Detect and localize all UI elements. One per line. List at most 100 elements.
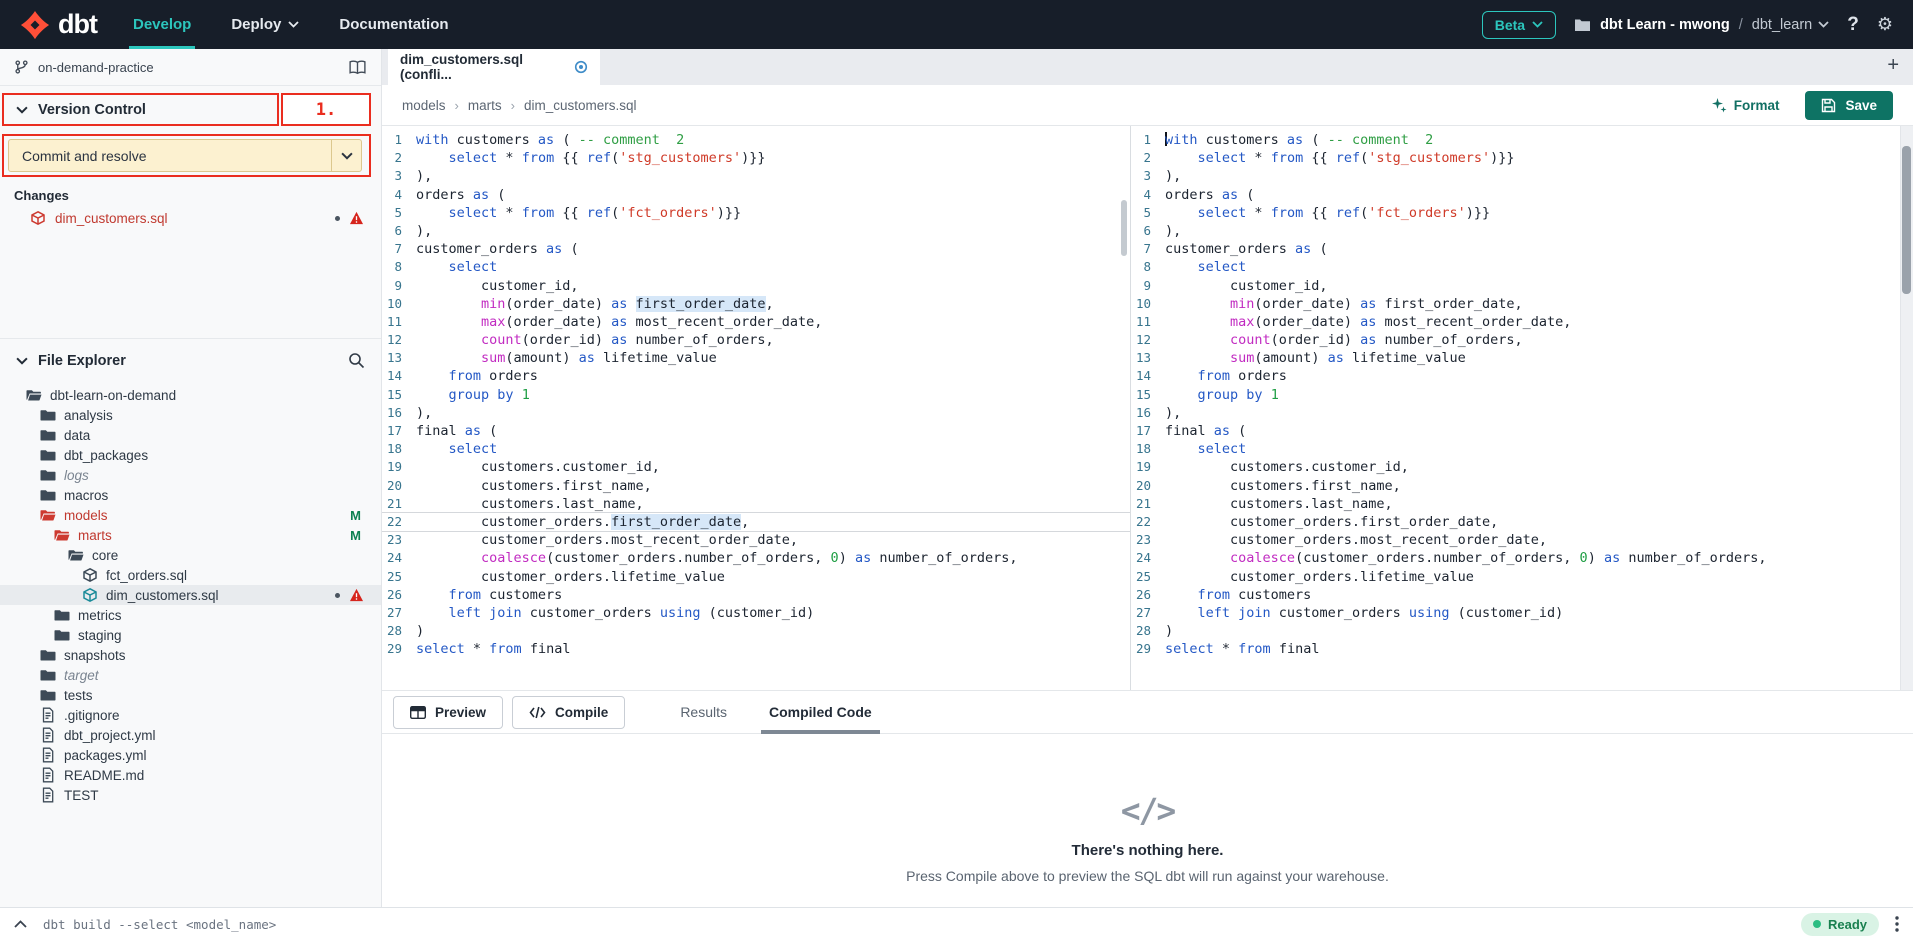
search-icon[interactable] <box>348 352 365 369</box>
breadcrumb-models[interactable]: models <box>402 98 446 113</box>
code-line: 28) <box>1131 622 1913 640</box>
line-number: 24 <box>1131 549 1165 567</box>
nav-documentation[interactable]: Documentation <box>339 0 448 49</box>
tree-item-staging[interactable]: staging <box>0 625 381 645</box>
scrollbar-track[interactable] <box>1900 126 1913 690</box>
chevron-up-icon[interactable] <box>14 920 27 928</box>
help-icon[interactable]: ? <box>1847 14 1859 36</box>
code-line: 9 customer_id, <box>382 277 1130 295</box>
code-line: 27 left join customer_orders using (cust… <box>1131 604 1913 622</box>
folder-icon <box>40 667 56 683</box>
line-number: 25 <box>382 568 416 586</box>
tree-item-tests[interactable]: tests <box>0 685 381 705</box>
nav-develop[interactable]: Develop <box>133 0 191 49</box>
table-icon <box>410 706 426 719</box>
status-badge: Ready <box>1801 913 1879 936</box>
tab-compiled-code[interactable]: Compiled Code <box>769 691 872 734</box>
version-control-header[interactable]: Version Control <box>0 93 381 126</box>
folder-icon <box>40 467 56 483</box>
tree-item-dim-customers-sql[interactable]: dim_customers.sql <box>0 585 381 605</box>
chevron-down-icon <box>16 357 28 365</box>
line-number: 16 <box>382 404 416 422</box>
tree-item-data[interactable]: data <box>0 425 381 445</box>
tree-item-marts[interactable]: martsM <box>0 525 381 545</box>
folder-open-icon <box>68 547 84 563</box>
tab-results[interactable]: Results <box>680 691 727 734</box>
main-area: dim_customers.sql (confli... + models › … <box>382 49 1913 907</box>
file-explorer-header[interactable]: File Explorer <box>0 338 381 382</box>
environment-dropdown[interactable]: dbt_learn <box>1752 17 1829 33</box>
scrollbar-thumb[interactable] <box>1121 200 1127 256</box>
commit-and-resolve-button[interactable]: Commit and resolve <box>8 139 362 172</box>
tree-item-dbt-project-yml[interactable]: dbt_project.yml <box>0 725 381 745</box>
save-floppy-icon <box>1821 98 1836 113</box>
tree-item-analysis[interactable]: analysis <box>0 405 381 425</box>
beta-dropdown[interactable]: Beta <box>1482 11 1556 39</box>
breadcrumb-marts[interactable]: marts <box>468 98 502 113</box>
code-line: 13 sum(amount) as lifetime_value <box>1131 349 1913 367</box>
tree-item-readme-md[interactable]: README.md <box>0 765 381 785</box>
tree-item-logs[interactable]: logs <box>0 465 381 485</box>
folder-icon <box>40 487 56 503</box>
code-line: 7customer_orders as ( <box>382 240 1130 258</box>
scrollbar-thumb[interactable] <box>1902 146 1911 294</box>
preview-button[interactable]: Preview <box>393 696 503 729</box>
line-number: 4 <box>382 186 416 204</box>
tree-item-models[interactable]: modelsM <box>0 505 381 525</box>
tree-item-label: marts <box>78 528 112 543</box>
tree-item-test[interactable]: TEST <box>0 785 381 805</box>
line-number: 7 <box>382 240 416 258</box>
breadcrumb-file[interactable]: dim_customers.sql <box>524 98 637 113</box>
line-number: 9 <box>1131 277 1165 295</box>
code-line: 17final as ( <box>1131 422 1913 440</box>
unsaved-indicator-icon <box>574 60 588 74</box>
tree-item-target[interactable]: target <box>0 665 381 685</box>
line-number: 10 <box>1131 295 1165 313</box>
book-icon[interactable] <box>348 60 367 75</box>
code-line: 7customer_orders as ( <box>1131 240 1913 258</box>
new-tab-button[interactable]: + <box>1887 54 1899 77</box>
tree-item-snapshots[interactable]: snapshots <box>0 645 381 665</box>
kebab-menu-icon[interactable] <box>1895 916 1899 932</box>
tab-dim-customers[interactable]: dim_customers.sql (confli... <box>388 49 600 85</box>
tree-item-dbt-packages[interactable]: dbt_packages <box>0 445 381 465</box>
tree-item-metrics[interactable]: metrics <box>0 605 381 625</box>
tree-item-label: data <box>64 428 90 443</box>
changed-file-row[interactable]: dim_customers.sql <box>0 206 381 230</box>
compile-button[interactable]: Compile <box>512 696 625 729</box>
line-number: 27 <box>1131 604 1165 622</box>
tree-item-dbt-learn-on-demand[interactable]: dbt-learn-on-demand <box>0 385 381 405</box>
line-number: 17 <box>1131 422 1165 440</box>
code-line: 16), <box>382 404 1130 422</box>
command-input[interactable]: dbt build --select <model_name> <box>43 917 276 932</box>
line-number: 3 <box>382 167 416 185</box>
save-button[interactable]: Save <box>1805 91 1893 120</box>
commit-dropdown-chevron[interactable] <box>331 140 361 171</box>
editor-pane-right[interactable]: 1with customers as ( -- comment 22 selec… <box>1131 126 1913 690</box>
tree-item-packages-yml[interactable]: packages.yml <box>0 745 381 765</box>
tree-item-macros[interactable]: macros <box>0 485 381 505</box>
folder-icon <box>40 407 56 423</box>
account-name[interactable]: dbt Learn - mwong <box>1600 17 1730 33</box>
split-editor: 1with customers as ( -- comment 22 selec… <box>382 126 1913 690</box>
dbt-logo[interactable]: dbt <box>20 9 97 40</box>
file-icon <box>40 767 56 783</box>
code-line: 18 select <box>382 440 1130 458</box>
code-icon <box>529 706 546 719</box>
code-line: 15 group by 1 <box>1131 386 1913 404</box>
tree-item--gitignore[interactable]: .gitignore <box>0 705 381 725</box>
tree-item-fct-orders-sql[interactable]: fct_orders.sql <box>0 565 381 585</box>
format-button[interactable]: Format <box>1711 97 1780 113</box>
line-number: 11 <box>1131 313 1165 331</box>
folder-icon <box>1574 18 1591 32</box>
changed-file-name: dim_customers.sql <box>55 211 168 226</box>
line-number: 21 <box>382 495 416 513</box>
branch-name[interactable]: on-demand-practice <box>38 60 154 75</box>
tree-item-core[interactable]: core <box>0 545 381 565</box>
nav-deploy[interactable]: Deploy <box>231 0 299 49</box>
line-number: 14 <box>382 367 416 385</box>
editor-pane-left[interactable]: 1with customers as ( -- comment 22 selec… <box>382 126 1131 690</box>
gear-icon[interactable]: ⚙ <box>1877 14 1893 35</box>
tree-item-label: .gitignore <box>64 708 120 723</box>
line-number: 6 <box>382 222 416 240</box>
